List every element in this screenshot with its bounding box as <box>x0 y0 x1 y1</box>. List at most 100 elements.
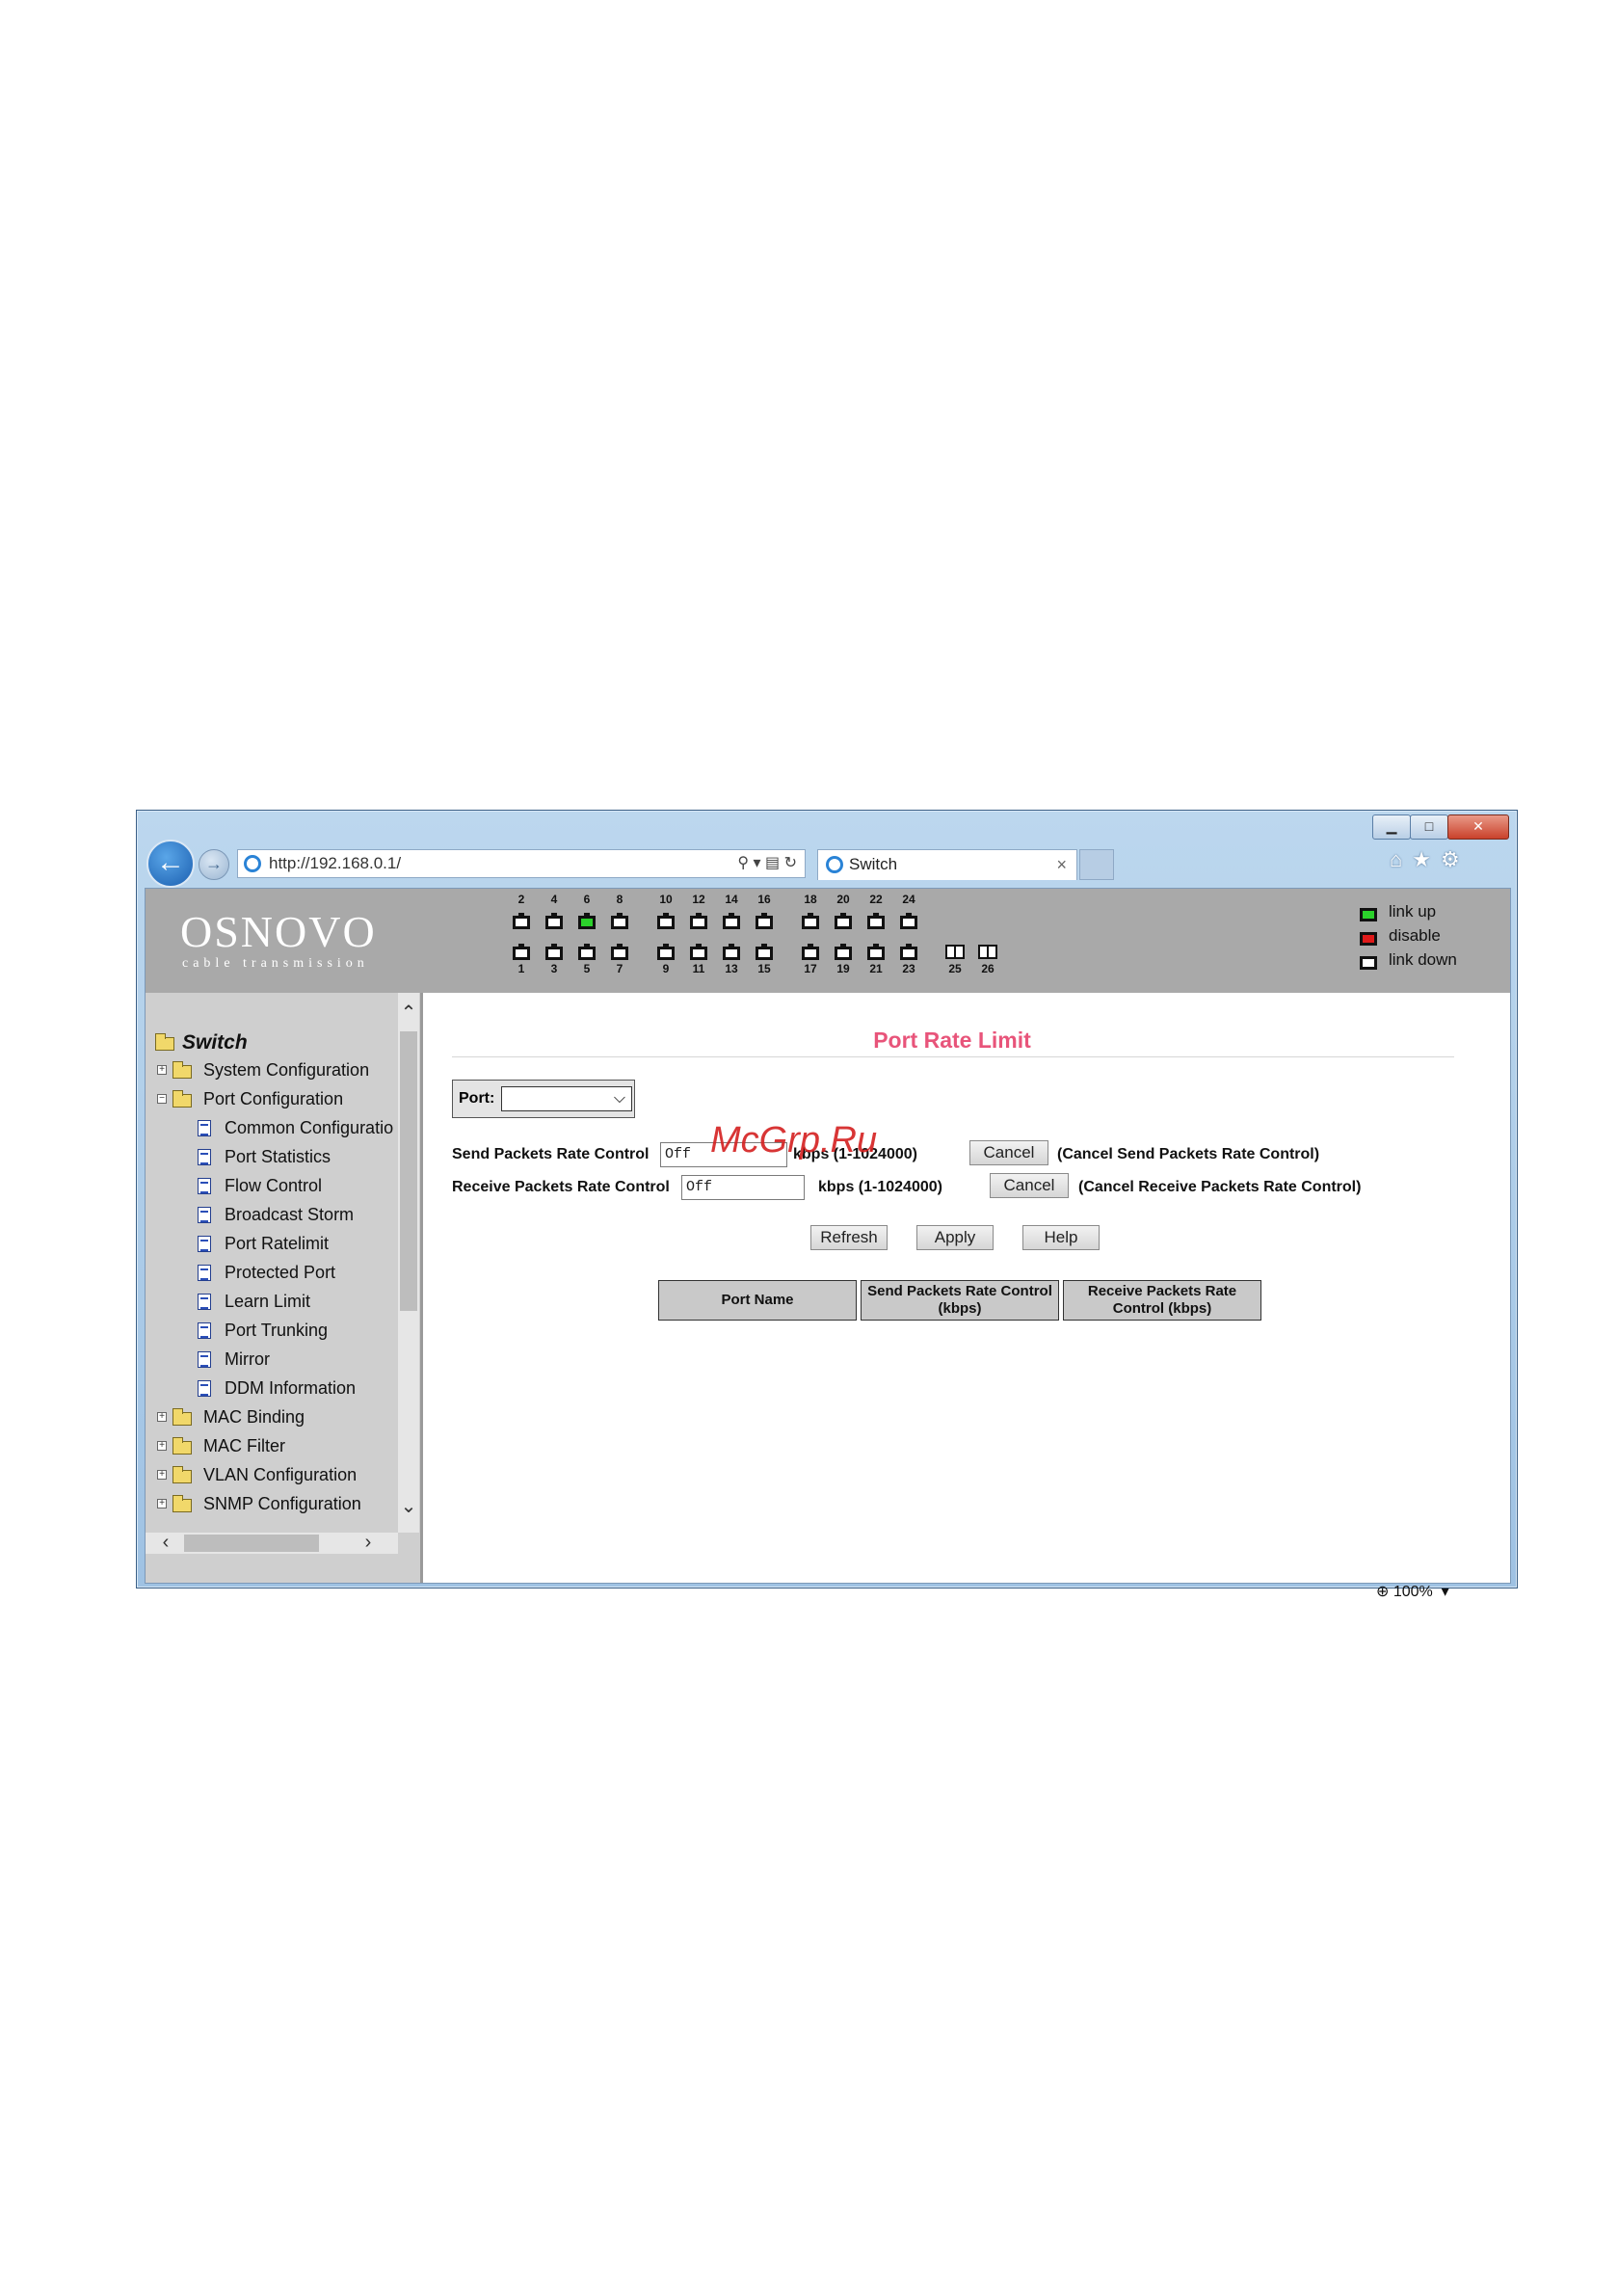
sfp-port-26-icon[interactable] <box>978 945 997 959</box>
main-content: Port Rate Limit Port: ⌵ Send Packets Rat… <box>423 993 1510 1583</box>
port-number: 18 <box>804 893 817 906</box>
page-icon <box>198 1351 211 1368</box>
port-19-icon[interactable] <box>835 944 852 960</box>
cancel-receive-button[interactable]: Cancel <box>990 1173 1069 1198</box>
scroll-right-icon[interactable]: › <box>358 1532 379 1554</box>
sidebar-horizontal-scrollbar[interactable]: ‹ › <box>146 1532 398 1554</box>
address-bar[interactable]: http://192.168.0.1/ ⚲ ▾ ▤ ↻ <box>237 849 806 878</box>
port-24-icon[interactable] <box>900 913 917 929</box>
port-17-icon[interactable] <box>802 944 819 960</box>
star-icon[interactable]: ★ <box>1412 847 1441 871</box>
legend-disable-icon <box>1360 932 1377 946</box>
sidebar-item[interactable]: Mirror <box>225 1349 270 1370</box>
sidebar-item[interactable]: Flow Control <box>225 1176 322 1196</box>
refresh-button[interactable]: Refresh <box>810 1225 888 1250</box>
refresh-icon[interactable]: ↻ <box>784 855 797 871</box>
sidebar-item[interactable]: Port Statistics <box>225 1147 331 1167</box>
collapse-icon[interactable]: − <box>157 1094 167 1104</box>
forward-button[interactable]: → <box>199 849 229 880</box>
back-button[interactable]: ← <box>146 840 195 888</box>
expand-icon[interactable]: + <box>157 1470 167 1480</box>
port-1-icon[interactable] <box>513 944 530 960</box>
sfp-port-25-icon[interactable] <box>945 945 965 959</box>
port-number: 4 <box>550 893 558 906</box>
sidebar-folder[interactable]: System Configuration <box>203 1060 369 1081</box>
help-button[interactable]: Help <box>1022 1225 1100 1250</box>
compat-icon[interactable]: ▤ <box>765 855 780 871</box>
search-icon[interactable]: ⚲ <box>737 855 749 871</box>
sidebar-folder[interactable]: SNMP Configuration <box>203 1494 361 1514</box>
rate-table: Port Name Send Packets Rate Control (kbp… <box>654 1280 1265 1321</box>
sidebar-item[interactable]: Learn Limit <box>225 1292 310 1312</box>
port-select[interactable]: ⌵ <box>501 1086 632 1111</box>
scroll-up-icon[interactable]: ⌃ <box>398 1001 419 1025</box>
port-14-icon[interactable] <box>723 913 740 929</box>
table-header-row: Port Name Send Packets Rate Control (kbp… <box>658 1280 1261 1321</box>
port-12-icon[interactable] <box>690 913 707 929</box>
switch-banner: OSNOVO cable transmission 2 4 6 8 10 12 14 16 18… <box>146 889 1510 993</box>
sidebar-item[interactable]: Protected Port <box>225 1263 335 1283</box>
home-icon[interactable]: ⌂ <box>1390 847 1412 871</box>
sidebar-folder[interactable]: Port Configuration <box>203 1089 343 1109</box>
minimize-button[interactable]: ▁ <box>1372 814 1411 840</box>
port-16-icon[interactable] <box>756 913 773 929</box>
address-tools[interactable]: ⚲ ▾ ▤ ↻ <box>737 850 797 877</box>
port-3-icon[interactable] <box>545 944 563 960</box>
col-receive-rate: Receive Packets Rate Control (kbps) <box>1063 1280 1261 1321</box>
port-23-icon[interactable] <box>900 944 917 960</box>
close-window-button[interactable]: ✕ <box>1447 814 1509 840</box>
sidebar-folder[interactable]: VLAN Configuration <box>203 1465 357 1485</box>
sidebar-item[interactable]: Port Trunking <box>225 1321 328 1341</box>
port-22-icon[interactable] <box>867 913 885 929</box>
port-number: 25 <box>948 962 962 975</box>
expand-icon[interactable]: + <box>157 1499 167 1508</box>
port-8-icon[interactable] <box>611 913 628 929</box>
gear-icon[interactable]: ⚙ <box>1441 847 1470 871</box>
browser-tab[interactable]: Switch × <box>817 849 1077 880</box>
sidebar-folder[interactable]: MAC Filter <box>203 1436 285 1456</box>
sidebar-item[interactable]: Broadcast Storm <box>225 1205 354 1225</box>
port-number: 16 <box>757 893 771 906</box>
port-number: 20 <box>836 893 850 906</box>
scroll-thumb[interactable] <box>400 1031 417 1311</box>
port-number: 17 <box>804 962 817 975</box>
port-18-icon[interactable] <box>802 913 819 929</box>
apply-button[interactable]: Apply <box>916 1225 994 1250</box>
scroll-down-icon[interactable]: ⌄ <box>398 1494 419 1518</box>
port-4-icon[interactable] <box>545 913 563 929</box>
port-number: 9 <box>662 962 670 975</box>
port-20-icon[interactable] <box>835 913 852 929</box>
sidebar-vertical-scrollbar[interactable]: ⌃ ⌄ <box>398 993 419 1533</box>
port-21-icon[interactable] <box>867 944 885 960</box>
sidebar-item[interactable]: Common Configuratio <box>225 1118 393 1138</box>
sidebar-folder[interactable]: MAC Binding <box>203 1407 305 1428</box>
sidebar-item[interactable]: DDM Information <box>225 1378 356 1399</box>
port-15-icon[interactable] <box>756 944 773 960</box>
scroll-left-icon[interactable]: ‹ <box>155 1532 176 1554</box>
sidebar-item[interactable]: Port Ratelimit <box>225 1234 329 1254</box>
scroll-thumb-horizontal[interactable] <box>184 1535 319 1552</box>
expand-icon[interactable]: + <box>157 1065 167 1075</box>
port-2-icon[interactable] <box>513 913 530 929</box>
zoom-control[interactable]: ⊕ 100% ▾ <box>1376 1582 1449 1601</box>
port-11-icon[interactable] <box>690 944 707 960</box>
tree-root[interactable]: Switch <box>182 1031 248 1055</box>
tab-close-icon[interactable]: × <box>1056 850 1067 879</box>
receive-rate-input[interactable]: Off <box>681 1175 805 1200</box>
port-10-icon[interactable] <box>657 913 675 929</box>
new-tab-button[interactable] <box>1079 849 1114 880</box>
ie-icon <box>244 855 261 872</box>
port-7-icon[interactable] <box>611 944 628 960</box>
page-icon <box>198 1207 211 1223</box>
expand-icon[interactable]: + <box>157 1412 167 1422</box>
maximize-button[interactable]: □ <box>1410 814 1448 840</box>
page-icon <box>198 1294 211 1310</box>
port-5-icon[interactable] <box>578 944 596 960</box>
expand-icon[interactable]: + <box>157 1441 167 1451</box>
ie-icon <box>826 856 843 873</box>
port-9-icon[interactable] <box>657 944 675 960</box>
cancel-send-button[interactable]: Cancel <box>969 1140 1048 1165</box>
port-13-icon[interactable] <box>723 944 740 960</box>
port-6-icon[interactable] <box>578 913 596 929</box>
port-number: 11 <box>692 962 705 975</box>
